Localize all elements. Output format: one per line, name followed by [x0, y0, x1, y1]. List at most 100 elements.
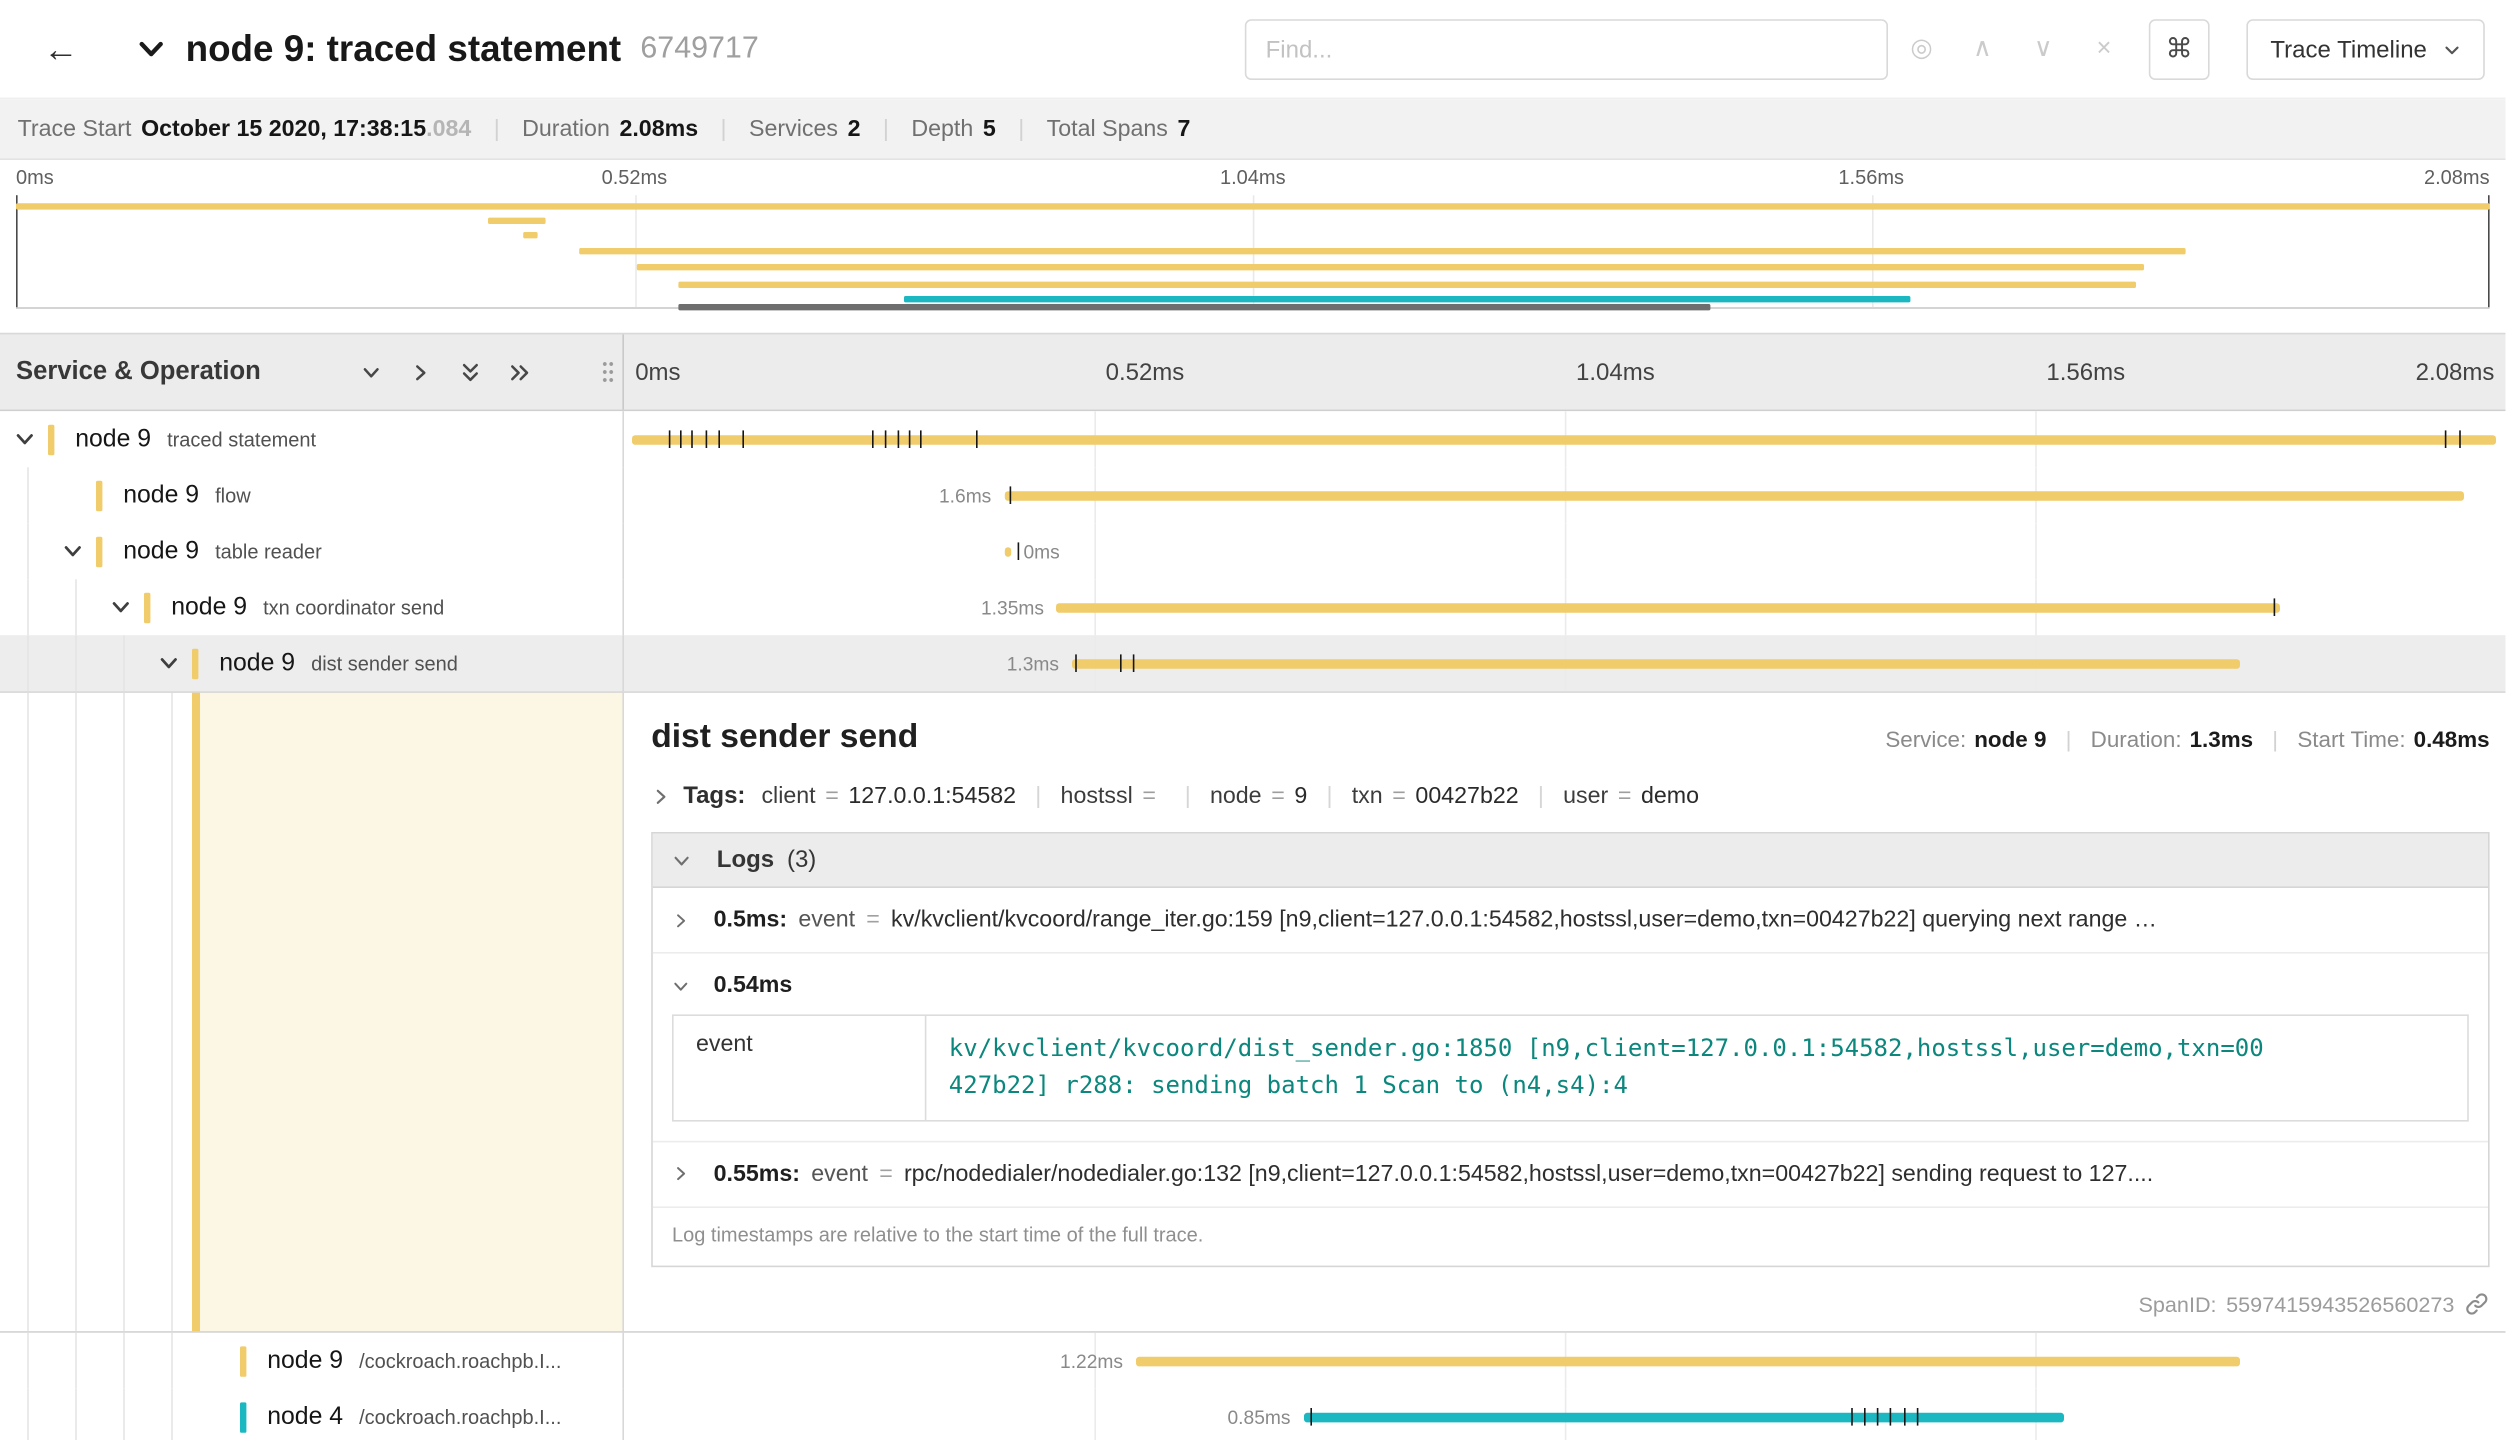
span-name-column[interactable]: node 9table reader [0, 523, 624, 579]
span-timeline-cell[interactable]: 1.3ms [624, 635, 2506, 691]
log-marker-tick [692, 430, 694, 448]
logs-header[interactable]: Logs (3) [653, 834, 2488, 888]
axis-tick-label: 0.52ms [602, 166, 668, 188]
prev-match-icon[interactable]: ∧ [1968, 37, 1997, 63]
chevron-down-icon[interactable] [10, 425, 39, 454]
span-service-name: node 9 [123, 481, 199, 508]
span-name-column[interactable]: node 9traced statement [0, 411, 624, 467]
span-bar[interactable] [1004, 490, 2464, 500]
span-timeline-cell[interactable] [624, 411, 2506, 467]
trace-view-selector[interactable]: Trace Timeline [2246, 19, 2484, 80]
log-marker-tick [919, 430, 921, 448]
span-name-column[interactable]: node 9dist sender send [0, 635, 624, 691]
keyboard-shortcuts-button[interactable]: ⌘ [2149, 19, 2210, 80]
log-marker-tick [2274, 598, 2276, 616]
tags-list: client=127.0.0.1:54582|hostssl=|node=9|t… [761, 784, 1699, 810]
span-timeline-cell[interactable]: 0ms [624, 523, 2506, 579]
service-value: node 9 [1974, 726, 2046, 752]
trace-id: 6749717 [640, 31, 758, 66]
trace-minimap: 0ms 0.52ms 1.04ms 1.56ms 2.08ms [0, 160, 2506, 314]
indent-guide [27, 579, 29, 635]
log-entry-collapsed[interactable]: 0.5ms: event = kv/kvclient/kvcoord/range… [653, 888, 2488, 954]
span-timeline-cell[interactable]: 0.85ms [624, 1389, 2506, 1440]
span-row-roachpb-node4[interactable]: node 4/cockroach.roachpb.I... 0.85ms [0, 1389, 2506, 1440]
span-row-table-reader[interactable]: node 9table reader 0ms [0, 523, 2506, 579]
span-rows: node 9traced statement node 9flow 1.6ms [0, 411, 2506, 691]
axis-tick-label: 0.52ms [1106, 358, 1185, 385]
chevron-right-icon[interactable] [410, 361, 432, 383]
indent-guide [123, 693, 125, 1331]
span-color-chip [96, 480, 102, 510]
minimap-axis: 0ms 0.52ms 1.04ms 1.56ms 2.08ms [16, 166, 2490, 192]
chevron-down-icon[interactable] [58, 537, 87, 566]
span-timeline-cell[interactable]: 1.22ms [624, 1333, 2506, 1389]
indent-guide [75, 693, 77, 1331]
back-button[interactable]: ← [43, 31, 78, 66]
tag-separator: | [1538, 784, 1544, 810]
log-timestamp: 0.55ms: [714, 1161, 800, 1187]
indent-guide [171, 1333, 173, 1389]
match-target-icon[interactable]: ◎ [1907, 37, 1936, 63]
span-row-txn-coordinator-send[interactable]: node 9txn coordinator send 1.35ms [0, 579, 2506, 635]
find-input[interactable] [1245, 19, 1888, 80]
minimap-span-bar [679, 282, 2136, 288]
minimap-scrubber-right[interactable] [2488, 195, 2490, 307]
span-name-column[interactable]: node 9txn coordinator send [0, 579, 624, 635]
equals-sign: = [879, 1161, 893, 1187]
clear-search-icon[interactable]: × [2090, 37, 2119, 63]
span-name-column[interactable]: node 4/cockroach.roachpb.I... [0, 1389, 624, 1440]
axis-tick-label: 2.08ms [2416, 358, 2495, 385]
span-duration-label: 1.22ms [1060, 1350, 1123, 1372]
axis-tick-label: 0ms [635, 358, 680, 385]
chevron-right-icon [672, 911, 690, 929]
span-service-name: node 9 [267, 1346, 343, 1373]
log-field-value: kv/kvclient/kvcoord/dist_sender.go:1850 … [926, 1016, 2467, 1119]
trace-summary-bar: Trace Start October 15 2020, 17:38:15.08… [0, 99, 2506, 160]
gridline [1094, 1389, 1096, 1440]
span-name-column[interactable]: node 9flow [0, 467, 624, 523]
trace-start-fraction: .084 [426, 116, 471, 142]
link-icon[interactable] [2464, 1291, 2490, 1317]
span-bar[interactable] [1136, 1356, 2240, 1366]
chevron-down-icon[interactable] [106, 593, 135, 622]
span-bar[interactable] [1303, 1412, 2063, 1422]
chevron-down-icon[interactable] [154, 649, 183, 678]
span-row-dist-sender-send[interactable]: node 9dist sender send 1.3ms [0, 635, 2506, 691]
log-marker-tick [1917, 1408, 1919, 1426]
axis-tick-label: 2.08ms [2424, 166, 2490, 188]
chevron-down-icon [2443, 41, 2461, 59]
span-bar[interactable] [1004, 546, 1011, 556]
span-row-roachpb-node9[interactable]: node 9/cockroach.roachpb.I... 1.22ms [0, 1333, 2506, 1389]
column-resizer-grip[interactable] [602, 359, 615, 385]
span-detail-title: dist sender send [651, 718, 918, 756]
duration-value: 1.3ms [2190, 726, 2254, 752]
log-entry-expanded[interactable]: 0.54ms event kv/kvclient/kvcoord/dist_se… [653, 954, 2488, 1142]
minimap-canvas[interactable] [16, 195, 2490, 309]
log-marker-tick [1851, 1408, 1853, 1426]
span-operation-name: traced statement [167, 428, 316, 450]
next-match-icon[interactable]: ∨ [2029, 37, 2058, 63]
log-timestamp: 0.5ms: [714, 907, 788, 933]
double-chevron-down-icon[interactable] [459, 361, 481, 383]
span-row-traced-statement[interactable]: node 9traced statement [0, 411, 2506, 467]
timeline-collapser [360, 361, 531, 383]
log-entry-collapsed[interactable]: 0.55ms: event = rpc/nodedialer/nodediale… [653, 1142, 2488, 1208]
span-timeline-cell[interactable]: 1.6ms [624, 467, 2506, 523]
span-bar[interactable] [632, 434, 2497, 444]
span-bar[interactable] [1072, 658, 2240, 668]
minimap-scrubber-left[interactable] [16, 195, 18, 307]
span-timeline-cell[interactable]: 1.35ms [624, 579, 2506, 635]
span-name-column[interactable]: node 9/cockroach.roachpb.I... [0, 1333, 624, 1389]
duration-value: 2.08ms [619, 116, 698, 142]
trace-collapse-chevron-icon[interactable] [136, 34, 166, 64]
start-time-value: 0.48ms [2414, 726, 2490, 752]
logs-footnote: Log timestamps are relative to the start… [653, 1207, 2488, 1265]
span-bar[interactable] [1057, 602, 2280, 612]
tags-accordion-toggle[interactable]: Tags: client=127.0.0.1:54582|hostssl=|no… [651, 782, 2489, 809]
depth-value: 5 [983, 116, 996, 142]
double-chevron-right-icon[interactable] [509, 361, 531, 383]
log-marker-tick [680, 430, 682, 448]
chevron-down-icon[interactable] [360, 361, 382, 383]
span-row-flow[interactable]: node 9flow 1.6ms [0, 467, 2506, 523]
find-controls: ◎ ∧ ∨ × [1907, 19, 2118, 80]
